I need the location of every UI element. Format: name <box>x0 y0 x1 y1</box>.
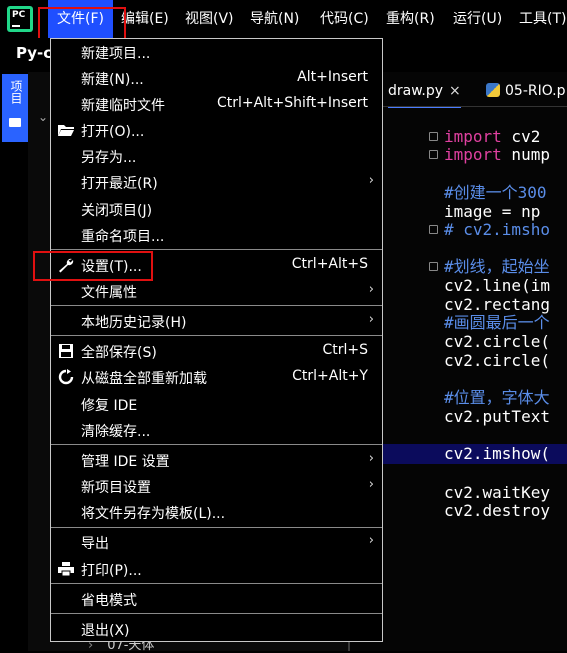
chevron-right-icon: › <box>368 533 374 548</box>
menu-item-invalidate-caches[interactable]: 清除缓存... <box>51 418 382 442</box>
menu-item-new-scratch-file[interactable]: 新建临时文件 Ctrl+Alt+Shift+Insert <box>51 92 382 116</box>
chevron-down-icon[interactable]: ⌄ <box>38 110 48 124</box>
menu-separator <box>51 249 382 250</box>
menu-item-manage-ide-settings[interactable]: 管理 IDE 设置 › <box>51 448 382 472</box>
code-line: cv2.circle( <box>444 332 550 351</box>
menu-item-open[interactable]: 打开(O)... <box>51 118 382 142</box>
menu-navigate[interactable]: 导航(N) <box>241 0 308 38</box>
menu-separator <box>51 613 382 614</box>
project-tab-label: 项目 <box>9 80 23 104</box>
menu-item-new-project[interactable]: 新建项目... <box>51 40 382 64</box>
menu-separator <box>51 335 382 336</box>
menu-item-save-as[interactable]: 另存为... <box>51 144 382 168</box>
code-comment: #划线，起始坐 <box>444 257 550 276</box>
menu-item-repair-ide[interactable]: 修复 IDE <box>51 392 382 416</box>
fold-icon[interactable] <box>429 225 438 234</box>
menu-separator <box>51 527 382 528</box>
code-line: cv2.waitKey <box>444 483 550 502</box>
printer-icon <box>58 562 74 577</box>
menu-refactor[interactable]: 重构(R) <box>377 0 444 38</box>
fold-icon[interactable] <box>429 262 438 271</box>
code-line: image = np <box>444 202 541 221</box>
tab-draw-py[interactable]: draw.py × <box>388 76 461 108</box>
menu-item-rename-project[interactable]: 重命名项目... <box>51 223 382 247</box>
menu-item-export[interactable]: 导出 › <box>51 530 382 554</box>
code-line: import nump <box>444 145 550 164</box>
code-line: cv2.imshow( <box>444 444 550 463</box>
tab-05-rio[interactable]: 05-RIO.p <box>486 76 566 106</box>
menu-item-close-project[interactable]: 关闭项目(J) <box>51 197 382 221</box>
menu-item-power-save-mode[interactable]: 省电模式 <box>51 587 382 611</box>
menu-item-save-all[interactable]: 全部保存(S) Ctrl+S <box>51 339 382 363</box>
wrench-icon <box>59 258 74 273</box>
folder-icon <box>9 118 21 127</box>
tab-label: 05-RIO.p <box>505 83 566 99</box>
pycharm-logo-icon: PC <box>7 6 33 32</box>
chevron-right-icon: › <box>368 477 374 492</box>
menu-run[interactable]: 运行(U) <box>444 0 511 38</box>
fold-icon[interactable] <box>429 150 438 159</box>
tab-label: draw.py <box>388 83 444 99</box>
menu-item-settings[interactable]: 设置(T)... Ctrl+Alt+S <box>51 253 382 277</box>
menu-view[interactable]: 视图(V) <box>176 0 243 38</box>
code-comment: #位置，字体大 <box>444 388 550 407</box>
fold-icon[interactable] <box>429 132 438 141</box>
menu-item-new[interactable]: 新建(N)... Alt+Insert <box>51 66 382 90</box>
menu-item-save-as-template[interactable]: 将文件另存为模板(L)... <box>51 500 382 524</box>
project-name: Py-c <box>16 44 53 62</box>
code-line: cv2.circle( <box>444 351 550 370</box>
menu-item-file-properties[interactable]: 文件属性 › <box>51 279 382 303</box>
menu-tools[interactable]: 工具(T) <box>510 0 567 38</box>
menu-item-open-recent[interactable]: 打开最近(R) › <box>51 170 382 194</box>
menu-separator <box>51 583 382 584</box>
file-dropdown-menu: 新建项目... 新建(N)... Alt+Insert 新建临时文件 Ctrl+Al… <box>50 38 383 642</box>
code-line: cv2.line(im <box>444 276 550 295</box>
save-icon <box>59 344 73 358</box>
menu-file[interactable]: 文件(F) <box>48 0 113 38</box>
menu-separator <box>51 305 382 306</box>
menu-item-reload-all[interactable]: 从磁盘全部重新加载 Ctrl+Alt+Y <box>51 365 382 389</box>
menu-edit[interactable]: 编辑(E) <box>112 0 178 38</box>
menu-item-exit[interactable]: 退出(X) <box>51 617 382 641</box>
left-tool-window-strip <box>0 72 29 651</box>
main-menu-bar: PC 文件(F) 编辑(E) 视图(V) 导航(N) 代码(C) 重构(R) 运… <box>0 0 567 38</box>
close-icon[interactable]: × <box>449 83 461 99</box>
folder-icon <box>58 125 74 136</box>
code-line: import cv2 <box>444 127 541 146</box>
menu-separator <box>51 444 382 445</box>
code-comment: # cv2.imsho <box>444 220 550 239</box>
menu-item-new-project-settings[interactable]: 新项目设置 › <box>51 474 382 498</box>
code-comment: #画圆最后一个 <box>444 313 550 332</box>
menu-code[interactable]: 代码(C) <box>311 0 378 38</box>
code-comment: #创建一个300 <box>444 183 547 202</box>
code-line: cv2.rectang <box>444 295 550 314</box>
project-tool-window-button[interactable]: 项目 <box>2 74 28 142</box>
chevron-right-icon: › <box>368 282 374 297</box>
editor-tab-bar: draw.py × 05-RIO.p <box>382 76 567 108</box>
chevron-right-icon: › <box>368 312 374 327</box>
menu-item-print[interactable]: 打印(P)... <box>51 557 382 581</box>
code-line: cv2.destroy <box>444 501 550 520</box>
menu-item-local-history[interactable]: 本地历史记录(H) › <box>51 309 382 333</box>
chevron-right-icon: › <box>368 173 374 188</box>
python-file-icon <box>486 83 500 97</box>
chevron-right-icon: › <box>368 451 374 466</box>
reload-icon <box>58 369 74 385</box>
code-line: cv2.putText <box>444 407 550 426</box>
